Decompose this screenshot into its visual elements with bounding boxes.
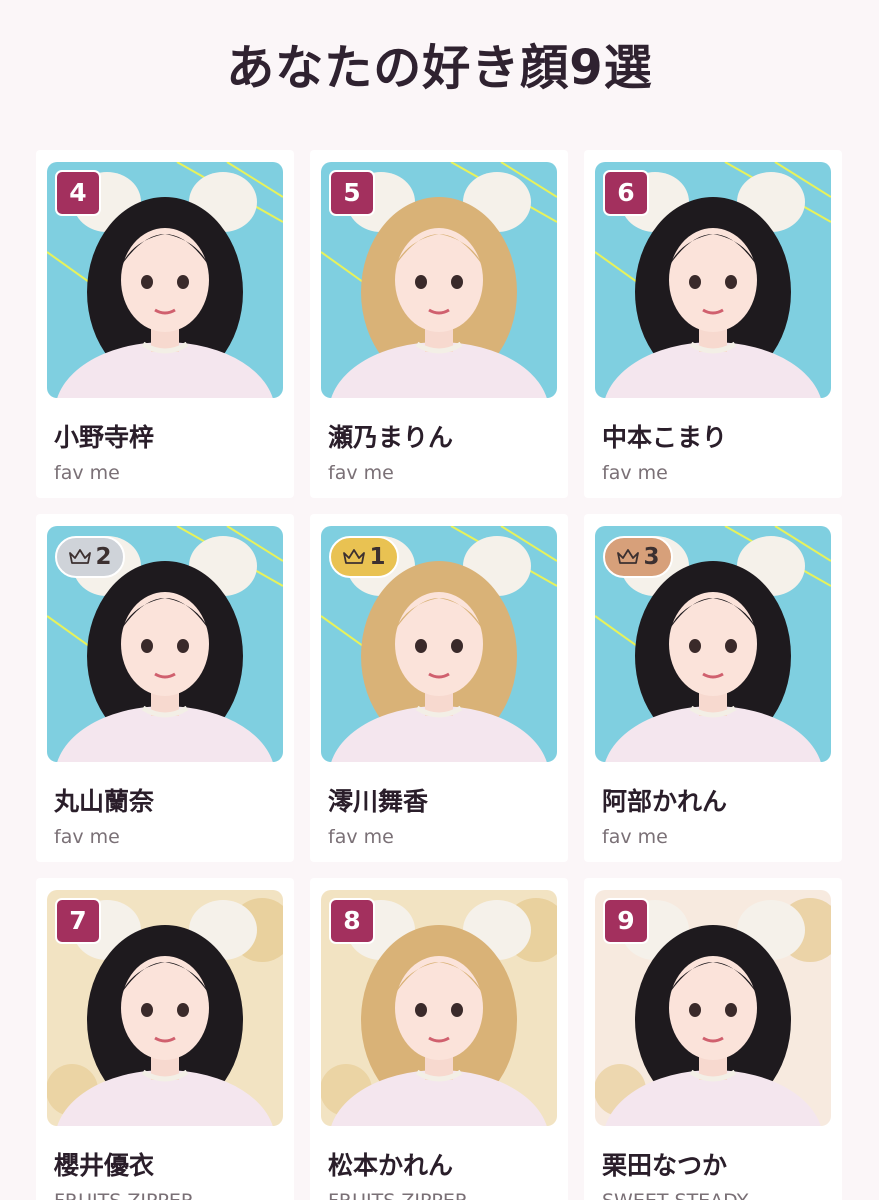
idol-card[interactable]: 7 櫻井優衣 FRUITS ZIPPER (36, 878, 294, 1200)
rank-badge: 6 (603, 170, 649, 216)
idol-photo: 4 (47, 162, 283, 398)
idol-card[interactable]: 8 松本かれん FRUITS ZIPPER (310, 878, 568, 1200)
idol-card[interactable]: 6 中本こまり fav me (584, 150, 842, 498)
rank-badge: 8 (329, 898, 375, 944)
crown-icon (343, 549, 366, 564)
rank-number: 2 (95, 544, 112, 570)
idol-photo: 6 (595, 162, 831, 398)
idol-name: 栗田なつか (602, 1151, 728, 1180)
group-name: fav me (602, 826, 668, 848)
idol-card[interactable]: 3 阿部かれん fav me (584, 514, 842, 862)
idol-card[interactable]: 5 瀬乃まりん fav me (310, 150, 568, 498)
group-name: fav me (54, 462, 120, 484)
group-name: FRUITS ZIPPER (54, 1190, 194, 1200)
idol-card[interactable]: 2 丸山蘭奈 fav me (36, 514, 294, 862)
idol-name: 丸山蘭奈 (54, 787, 155, 816)
idol-card[interactable]: 4 小野寺梓 fav me (36, 150, 294, 498)
idol-photo: 8 (321, 890, 557, 1126)
idol-name: 櫻井優衣 (54, 1151, 155, 1180)
group-name: fav me (54, 826, 120, 848)
idol-photo: 3 (595, 526, 831, 762)
rank-badge: 4 (55, 170, 101, 216)
idol-photo: 2 (47, 526, 283, 762)
idol-name: 瀬乃まりん (328, 423, 454, 452)
group-name: SWEET STEADY (602, 1190, 748, 1200)
rank-number: 3 (643, 544, 660, 570)
group-name: FRUITS ZIPPER (328, 1190, 468, 1200)
rank-number: 1 (369, 544, 386, 570)
idol-photo: 5 (321, 162, 557, 398)
idol-photo: 1 (321, 526, 557, 762)
idol-name: 阿部かれん (602, 787, 728, 816)
idol-name: 松本かれん (328, 1151, 454, 1180)
idol-photo: 9 (595, 890, 831, 1126)
crown-icon (617, 549, 640, 564)
crown-rank-badge: 2 (55, 536, 125, 578)
crown-rank-badge: 3 (603, 536, 673, 578)
rank-badge: 9 (603, 898, 649, 944)
page: あなたの好き顔9選 4 小野寺梓 fav me 5 瀬乃まりん fav me 6 中本こま… (0, 0, 879, 1200)
idol-name: 中本こまり (602, 423, 728, 452)
idol-name: 小野寺梓 (54, 423, 155, 452)
crown-icon (69, 549, 92, 564)
group-name: fav me (602, 462, 668, 484)
idol-card[interactable]: 1 澪川舞香 fav me (310, 514, 568, 862)
idol-card[interactable]: 9 栗田なつか SWEET STEADY (584, 878, 842, 1200)
crown-rank-badge: 1 (329, 536, 399, 578)
idol-name: 澪川舞香 (328, 787, 429, 816)
rank-badge: 7 (55, 898, 101, 944)
idol-photo: 7 (47, 890, 283, 1126)
rank-badge: 5 (329, 170, 375, 216)
page-title: あなたの好き顔9選 (226, 40, 653, 96)
group-name: fav me (328, 826, 394, 848)
group-name: fav me (328, 462, 394, 484)
